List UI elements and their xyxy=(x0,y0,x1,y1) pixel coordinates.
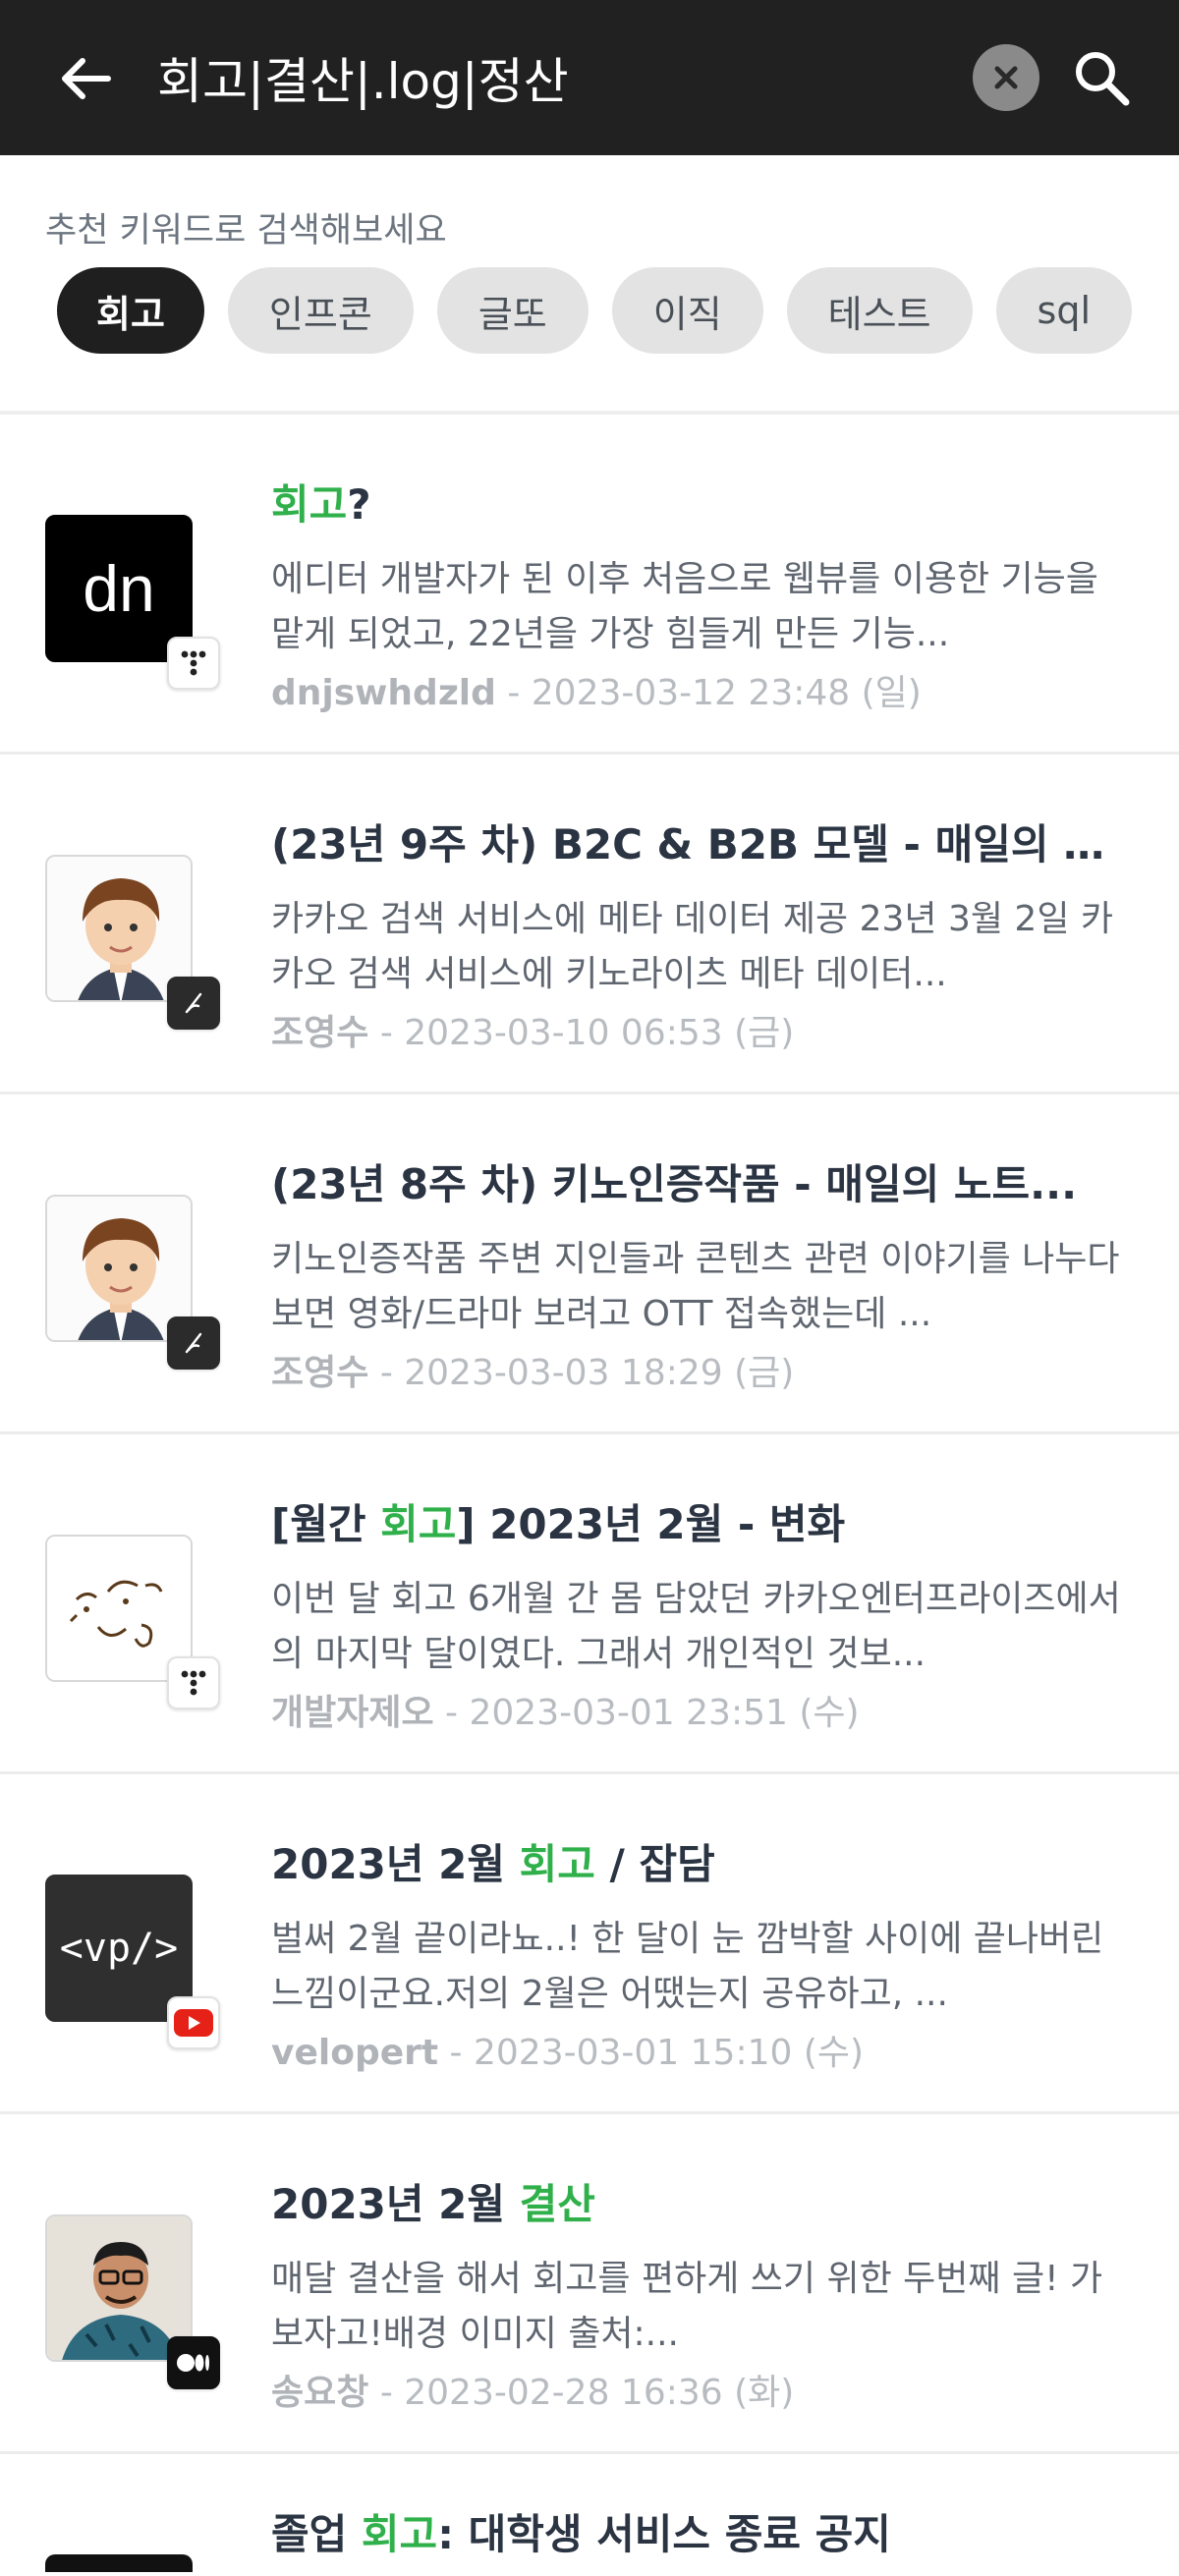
result-title[interactable]: 회고? xyxy=(271,472,1136,532)
result-author[interactable]: velopert xyxy=(271,2033,438,2073)
title-text: 2023년 2월 xyxy=(271,1840,520,1888)
title-text: ] 2023년 2월 - 변화 xyxy=(456,1500,846,1548)
result-author[interactable]: 조영수 xyxy=(271,1353,368,1393)
youtube-icon xyxy=(167,1996,220,2049)
result-date: - 2023-03-01 15:10 (수) xyxy=(438,2033,865,2073)
result-title[interactable]: 졸업 회고: 대학생 서비스 종료 공지 xyxy=(271,2501,1136,2561)
result-date: - 2023-02-28 16:36 (화) xyxy=(368,2373,795,2413)
chip-sql[interactable]: sql xyxy=(995,267,1133,354)
results-list: dn 회고? 에디터 개발자가 된 이후 처음으로 웹뷰를 이용한 기능을 맡게… xyxy=(0,415,1179,2572)
suggestion-label: 추천 키워드로 검색해보세요 xyxy=(45,211,447,251)
keyword-chips: 회고 인프콘 글또 이직 테스트 sql xyxy=(57,267,1133,354)
result-snippet: 키노인증작품 주변 지인들과 콘텐츠 관련 이야기를 나누다 보면 영화/드라마… xyxy=(271,1239,1120,1334)
search-button[interactable] xyxy=(1061,37,1142,118)
list-item[interactable]: (23년 8주 차) 키노인증작품 - 매일의 노트... 키노인증작품 주변 … xyxy=(0,1094,1179,1434)
result-snippet: 이번 달 회고 6개월 간 몸 담았던 카카오엔터프라이즈에서의 마지막 달이였… xyxy=(271,1579,1121,1674)
list-item[interactable]: [월간 회고] 2023년 2월 - 변화 이번 달 회고 6개월 간 몸 담았… xyxy=(0,1434,1179,1774)
tistory-icon xyxy=(167,1656,220,1709)
chip-test[interactable]: 테스트 xyxy=(786,267,973,354)
dn-logo-text: dn xyxy=(83,552,155,625)
title-text: ? xyxy=(347,480,371,529)
list-item[interactable]: dn 회고? 에디터 개발자가 된 이후 처음으로 웹뷰를 이용한 기능을 맡게… xyxy=(0,415,1179,755)
chip-geulddo[interactable]: 글또 xyxy=(436,267,589,354)
title-text: 2023년 2월 xyxy=(271,2180,520,2228)
result-meta: 조영수 - 2023-03-10 06:53 (금) xyxy=(271,1004,794,1055)
list-item[interactable]: <vp/> 2023년 2월 회고 / 잡담 벌써 2월 끝이라뇨..! 한 달… xyxy=(0,1774,1179,2114)
result-date: - 2023-03-01 23:51 (수) xyxy=(433,1693,860,1733)
title-text: / 잡담 xyxy=(594,1840,715,1888)
result-snippet: 벌써 2월 끝이라뇨..! 한 달이 눈 깜박할 사이에 끝나버린 느낌이군요.… xyxy=(271,1919,1104,2014)
title-highlight: 회고 xyxy=(361,2510,438,2558)
brunch-icon xyxy=(167,1316,220,1370)
result-meta: 개발자제오 - 2023-03-01 23:51 (수) xyxy=(271,1684,860,1735)
close-icon xyxy=(994,66,1018,89)
result-snippet: 카카오 검색 서비스에 메타 데이터 제공 23년 3월 2일 카카오 검색 서… xyxy=(271,899,1114,994)
list-item[interactable]: 졸업 회고: 대학생 서비스 종료 공지 xyxy=(0,2454,1179,2572)
result-title[interactable]: 2023년 2월 회고 / 잡담 xyxy=(271,1831,1136,1891)
title-highlight: 결산 xyxy=(519,2180,595,2228)
result-title[interactable]: (23년 8주 차) 키노인증작품 - 매일의 노트... xyxy=(271,1151,1136,1211)
clear-search-button[interactable] xyxy=(973,44,1039,111)
result-meta: dnjswhdzld - 2023-03-12 23:48 (일) xyxy=(271,664,922,715)
title-highlight: 회고 xyxy=(519,1840,595,1888)
back-button[interactable] xyxy=(47,39,126,118)
chip-infcon[interactable]: 인프콘 xyxy=(227,267,414,354)
result-title[interactable]: [월간 회고] 2023년 2월 - 변화 xyxy=(271,1491,1136,1551)
result-meta: 조영수 - 2023-03-03 18:29 (금) xyxy=(271,1344,794,1395)
brunch-icon xyxy=(167,977,220,1030)
vp-logo-text: <vp/> xyxy=(59,1926,179,1971)
arrow-left-icon xyxy=(62,58,111,99)
search-input[interactable] xyxy=(157,35,943,120)
partial-thumb xyxy=(45,2554,193,2572)
title-highlight: 회고 xyxy=(380,1500,457,1548)
search-icon xyxy=(1076,52,1130,106)
result-title[interactable]: (23년 9주 차) B2C & B2B 모델 - 매일의 노트 xyxy=(271,812,1136,871)
title-text: : 대학생 서비스 종료 공지 xyxy=(437,2510,891,2558)
result-date: - 2023-03-10 06:53 (금) xyxy=(368,1013,795,1053)
result-title[interactable]: 2023년 2월 결산 xyxy=(271,2171,1136,2231)
title-text: [월간 xyxy=(271,1500,381,1548)
tistory-icon xyxy=(167,637,220,690)
result-snippet: 에디터 개발자가 된 이후 처음으로 웹뷰를 이용한 기능을 맡게 되었고, 2… xyxy=(271,559,1098,654)
chip-job-change[interactable]: 이직 xyxy=(611,267,763,354)
list-item[interactable]: 2023년 2월 결산 매달 결산을 해서 회고를 편하게 쓰기 위한 두번째 … xyxy=(0,2114,1179,2454)
list-item[interactable]: (23년 9주 차) B2C & B2B 모델 - 매일의 노트 카카오 검색 … xyxy=(0,755,1179,1094)
result-date: - 2023-03-03 18:29 (금) xyxy=(368,1353,795,1393)
top-bar xyxy=(0,0,1179,155)
result-meta: velopert - 2023-03-01 15:10 (수) xyxy=(271,2024,864,2075)
result-author[interactable]: 송요창 xyxy=(271,2373,368,2413)
medium-icon xyxy=(167,2336,220,2389)
result-author[interactable]: 개발자제오 xyxy=(271,1693,434,1733)
chip-retrospective[interactable]: 회고 xyxy=(57,267,204,354)
title-highlight: 회고 xyxy=(271,480,348,529)
title-text: 졸업 xyxy=(271,2510,362,2558)
result-date: - 2023-03-12 23:48 (일) xyxy=(495,673,922,713)
result-author[interactable]: dnjswhdzld xyxy=(271,673,496,713)
result-snippet: 매달 결산을 해서 회고를 편하게 쓰기 위한 두번째 글! 가보자고!배경 이… xyxy=(271,2259,1103,2354)
result-author[interactable]: 조영수 xyxy=(271,1013,368,1053)
result-meta: 송요창 - 2023-02-28 16:36 (화) xyxy=(271,2364,794,2415)
